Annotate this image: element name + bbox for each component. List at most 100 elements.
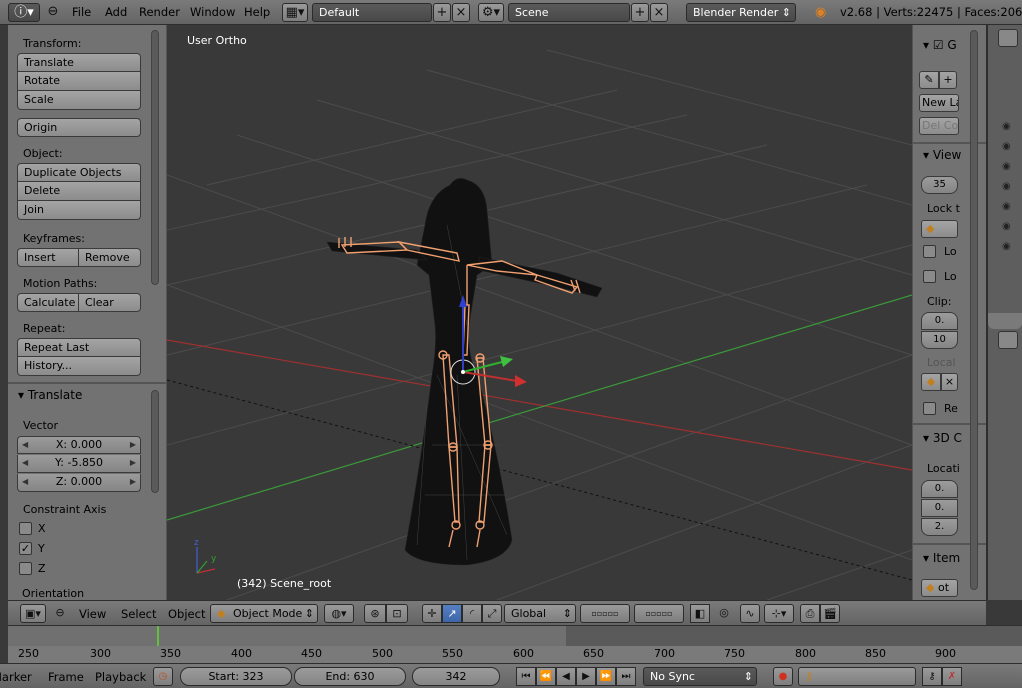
menu-file[interactable]: File bbox=[72, 3, 91, 22]
menu-object[interactable]: Object bbox=[168, 605, 205, 623]
render-border-checkbox[interactable] bbox=[923, 402, 936, 415]
constraint-z-checkbox[interactable] bbox=[19, 562, 32, 575]
cursor-x-field[interactable]: 0. bbox=[921, 480, 958, 498]
increment-arrow-icon[interactable]: ▶ bbox=[130, 437, 136, 453]
viewport-shading-icon[interactable]: ◍▾ bbox=[324, 604, 354, 623]
scale-button[interactable]: Scale bbox=[17, 91, 141, 110]
timeline[interactable]: 250 300 350 400 450 500 550 600 650 700 … bbox=[8, 625, 1022, 664]
editor-type-info-icon[interactable]: ⓘ▾ bbox=[8, 3, 40, 22]
3d-viewport[interactable]: z y User Ortho (342) Scene_root bbox=[167, 25, 912, 600]
collapse-menu-icon[interactable]: ⊖ bbox=[52, 604, 68, 623]
constraint-x-checkbox[interactable] bbox=[19, 522, 32, 535]
scene-field[interactable]: Scene bbox=[508, 3, 630, 22]
3d-cursor-header[interactable]: ▾ 3D C bbox=[923, 431, 962, 445]
x-arrow-icon[interactable] bbox=[515, 375, 527, 387]
render-engine-select[interactable]: Blender Render ⇕ bbox=[686, 3, 796, 22]
cursor-z-field[interactable]: 2. bbox=[921, 518, 958, 536]
properties-editor-icon[interactable] bbox=[998, 331, 1018, 349]
menu-select[interactable]: Select bbox=[121, 605, 156, 623]
playhead[interactable] bbox=[157, 626, 159, 646]
lock-camera-checkbox[interactable] bbox=[923, 270, 936, 283]
auto-keying-record-icon[interactable]: ● bbox=[773, 667, 793, 686]
pencil-icon[interactable]: ✎ bbox=[919, 71, 939, 89]
camera-object-icon[interactable]: ◆ bbox=[921, 373, 941, 391]
render-animation-icon[interactable]: 🎬︎ bbox=[820, 604, 840, 623]
editor-type-3dview-icon[interactable]: ▣▾ bbox=[20, 604, 46, 623]
manipulate-center-icon[interactable]: ⊡ bbox=[386, 604, 408, 623]
menu-window[interactable]: Window bbox=[190, 3, 235, 22]
operator-scrollbar[interactable] bbox=[151, 390, 159, 493]
menu-render[interactable]: Render bbox=[139, 3, 180, 22]
lens-field[interactable]: 35 bbox=[921, 176, 958, 194]
manipulator-toggle-icon[interactable]: ✛ bbox=[422, 604, 442, 623]
delete-button[interactable]: Delete bbox=[17, 182, 141, 201]
origin-button[interactable]: Origin bbox=[17, 118, 141, 137]
sync-mode-select[interactable]: No Sync ⇕ bbox=[643, 667, 757, 686]
new-layer-button[interactable]: New La bbox=[919, 94, 959, 112]
rotate-manipulator-icon[interactable]: ◜ bbox=[462, 604, 482, 623]
play-icon[interactable]: ▶ bbox=[576, 667, 596, 686]
y-arrow-icon[interactable] bbox=[500, 356, 513, 367]
outliner-visibility-icons[interactable]: ◉ ◉ ◉ ◉ ◉ ◉ ◉ bbox=[1002, 117, 1011, 257]
layer-buttons-1[interactable]: ▫▫▫▫▫ bbox=[580, 604, 630, 623]
clip-end-field[interactable]: 10 bbox=[921, 331, 958, 349]
vector-y-field[interactable]: ◀ Y: -5.850 ▶ bbox=[17, 455, 141, 473]
item-header[interactable]: ▾ Item bbox=[923, 551, 960, 565]
pivot-point-icon[interactable]: ⊛ bbox=[364, 604, 386, 623]
constraint-y-checkbox[interactable]: ✓ bbox=[19, 542, 32, 555]
duplicate-objects-button[interactable]: Duplicate Objects bbox=[17, 163, 141, 182]
snap-element-icon[interactable]: ⊹▾ bbox=[764, 604, 794, 623]
menu-marker[interactable]: Marker bbox=[0, 668, 32, 686]
mode-select[interactable]: ◆ Object Mode ⇕ bbox=[210, 604, 318, 623]
view-panel-header[interactable]: ▾ View bbox=[923, 148, 961, 162]
clear-button[interactable]: Clear bbox=[79, 293, 141, 312]
remove-screen-icon[interactable]: × bbox=[452, 3, 470, 22]
clip-start-field[interactable]: 0. bbox=[921, 312, 958, 330]
history-button[interactable]: History... bbox=[17, 357, 141, 376]
lock-layers-icon[interactable]: ◧ bbox=[690, 604, 710, 623]
jump-keyframe-forward-icon[interactable]: ⏩ bbox=[596, 667, 616, 686]
jump-keyframe-back-icon[interactable]: ⏪ bbox=[536, 667, 556, 686]
layer-buttons-2[interactable]: ▫▫▫▫▫ bbox=[634, 604, 684, 623]
menu-frame[interactable]: Frame bbox=[48, 668, 84, 686]
clear-camera-icon[interactable]: × bbox=[941, 373, 958, 391]
collapse-menu-icon[interactable]: ⊖ bbox=[44, 3, 62, 22]
add-scene-icon[interactable]: + bbox=[631, 3, 649, 22]
decrement-arrow-icon[interactable]: ◀ bbox=[22, 474, 28, 490]
add-screen-icon[interactable]: + bbox=[433, 3, 451, 22]
screen-layout-field[interactable]: Default bbox=[312, 3, 432, 22]
npanel-scrollbar[interactable] bbox=[970, 30, 978, 590]
menu-view[interactable]: View bbox=[79, 605, 106, 623]
preview-range-icon[interactable]: ◷ bbox=[153, 667, 173, 686]
item-name-field[interactable]: ◆ ot bbox=[921, 579, 958, 597]
transform-orientation-select[interactable]: Global ⇕ bbox=[504, 604, 576, 623]
current-frame-field[interactable]: 342 bbox=[412, 667, 500, 686]
decrement-arrow-icon[interactable]: ◀ bbox=[22, 437, 28, 453]
insert-keyframe-icon[interactable]: ⚷ bbox=[922, 667, 942, 686]
menu-add[interactable]: Add bbox=[105, 3, 127, 22]
scene-icon[interactable]: ⚙▾ bbox=[478, 3, 504, 22]
outliner-editor-icon[interactable] bbox=[998, 29, 1018, 47]
join-button[interactable]: Join bbox=[17, 201, 141, 220]
add-layer-icon[interactable]: + bbox=[939, 71, 957, 89]
operator-panel-title[interactable]: ▾ Translate bbox=[18, 388, 82, 402]
translate-button[interactable]: Translate bbox=[17, 53, 141, 72]
grease-pencil-header[interactable]: ▾ ☑ G bbox=[923, 38, 957, 52]
increment-arrow-icon[interactable]: ▶ bbox=[130, 474, 136, 490]
vector-x-field[interactable]: ◀ X: 0.000 ▶ bbox=[17, 436, 141, 454]
translate-manipulator-icon[interactable]: ↗ bbox=[442, 604, 462, 623]
menu-help[interactable]: Help bbox=[244, 3, 270, 22]
delete-keyframe-icon[interactable]: ✗ bbox=[942, 667, 962, 686]
calculate-button[interactable]: Calculate bbox=[17, 293, 79, 312]
menu-playback[interactable]: Playback bbox=[95, 668, 146, 686]
screen-layout-icon[interactable]: ▦▾ bbox=[282, 3, 308, 22]
decrement-arrow-icon[interactable]: ◀ bbox=[22, 455, 28, 471]
remove-keyframe-button[interactable]: Remove bbox=[79, 248, 141, 267]
render-image-icon[interactable]: ⎙ bbox=[800, 604, 820, 623]
vector-z-field[interactable]: ◀ Z: 0.000 ▶ bbox=[17, 474, 141, 492]
jump-end-icon[interactable]: ⏭ bbox=[616, 667, 636, 686]
timeline-ruler[interactable]: 250 300 350 400 450 500 550 600 650 700 … bbox=[8, 646, 1022, 664]
scale-manipulator-icon[interactable]: ⤢ bbox=[482, 604, 502, 623]
start-frame-field[interactable]: Start: 323 bbox=[180, 667, 292, 686]
toolshelf-scrollbar[interactable] bbox=[151, 30, 159, 285]
